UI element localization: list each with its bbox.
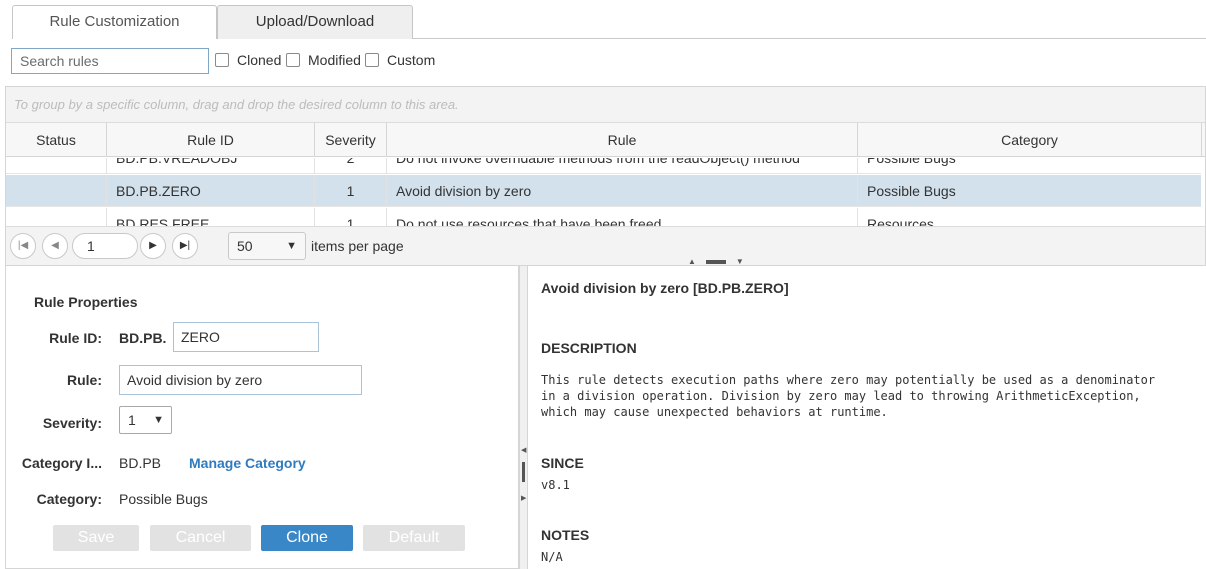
category-id-label: Category I... [21, 455, 102, 471]
cell-rule: Do not use resources that have been free… [387, 208, 858, 226]
chevron-down-icon: ▼ [286, 240, 297, 252]
horizontal-splitter[interactable]: ▲ ▼ [688, 257, 744, 266]
cell-category: Resources [867, 216, 934, 226]
rule-label: Rule: [67, 372, 102, 388]
custom-label: Custom [387, 52, 436, 68]
page-input[interactable]: 1 [72, 233, 138, 259]
severity-label: Severity: [42, 415, 102, 431]
rule-id-input[interactable]: ZERO [173, 322, 319, 352]
page-size-value: 50 [237, 238, 253, 254]
splitter-grip-icon[interactable] [522, 462, 525, 482]
category-label: Category: [36, 491, 102, 507]
rule-id-label: Rule ID: [49, 330, 102, 346]
grid-rows: BD.PB.VREADOBJ 2 Do not invoke overridab… [6, 158, 1205, 226]
cell-rule-id: BD.PB.ZERO [107, 175, 315, 207]
chevron-down-icon: ▼ [153, 414, 164, 426]
cell-rule: Avoid division by zero [387, 175, 858, 207]
clone-button[interactable]: Clone [261, 525, 353, 551]
cell-rule-id: BD.PB.VREADOBJ [107, 158, 315, 174]
column-header-rule-id[interactable]: Rule ID [107, 123, 315, 157]
collapse-up-icon[interactable]: ▲ [688, 257, 696, 266]
notes-heading: NOTES [541, 527, 590, 543]
cell-status [6, 208, 107, 226]
table-row[interactable]: BD.RES.FREE 1 Do not use resources that … [6, 208, 1201, 226]
last-page-icon[interactable]: ▶| [172, 233, 198, 259]
prev-page-icon[interactable]: ◀ [42, 233, 68, 259]
since-text: v8.1 [541, 478, 570, 492]
checkbox-box[interactable] [286, 53, 300, 67]
custom-checkbox[interactable]: Custom [365, 52, 435, 68]
manage-category-link[interactable]: Manage Category [189, 455, 306, 471]
category-value: Possible Bugs [119, 491, 208, 507]
cell-status [6, 158, 107, 174]
items-per-page-label: items per page [311, 238, 404, 254]
category-id-value: BD.PB [119, 455, 162, 471]
column-header-status[interactable]: Status [6, 123, 107, 157]
severity-select[interactable]: 1 ▼ [119, 406, 172, 434]
column-header-category[interactable]: Category [858, 123, 1202, 157]
cell-category: Possible Bugs [867, 158, 956, 166]
modified-checkbox[interactable]: Modified [286, 52, 361, 68]
column-header-severity[interactable]: Severity [315, 123, 387, 157]
rule-id-prefix: BD.PB. [119, 330, 167, 346]
save-button[interactable]: Save [53, 525, 139, 551]
group-drop-area[interactable]: To group by a specific column, drag and … [6, 87, 1205, 123]
default-button[interactable]: Default [363, 525, 465, 551]
cloned-checkbox[interactable]: Cloned [215, 52, 281, 68]
collapse-left-icon[interactable]: ◀ [521, 446, 526, 454]
doc-title: Avoid division by zero [BD.PB.ZERO] [541, 280, 789, 296]
description-heading: DESCRIPTION [541, 340, 637, 356]
tab-rule-customization[interactable]: Rule Customization [12, 5, 217, 39]
cloned-label: Cloned [237, 52, 282, 68]
splitter-grip-icon[interactable] [705, 259, 726, 264]
search-input[interactable] [11, 48, 209, 74]
first-page-icon[interactable]: |◀ [10, 233, 36, 259]
rule-properties-title: Rule Properties [34, 294, 138, 310]
rule-documentation-pane: Avoid division by zero [BD.PB.ZERO] DESC… [529, 266, 1206, 569]
checkbox-box[interactable] [365, 53, 379, 67]
page-size-select[interactable]: 50 ▼ [228, 232, 306, 260]
table-row[interactable]: BD.PB.ZERO 1 Avoid division by zero Poss… [6, 175, 1201, 207]
tab-upload-download[interactable]: Upload/Download [217, 5, 413, 39]
table-row[interactable]: BD.PB.VREADOBJ 2 Do not invoke overridab… [6, 158, 1201, 174]
pager: |◀ ◀ 1 ▶ ▶| 50 ▼ items per page [6, 226, 1205, 265]
collapse-down-icon[interactable]: ▼ [736, 257, 744, 266]
cell-rule: Do not invoke overridable methods from t… [387, 158, 858, 174]
cell-rule-id: BD.RES.FREE [107, 208, 315, 226]
column-header-rule[interactable]: Rule [387, 123, 858, 157]
vertical-splitter[interactable]: ◀ ▶ [519, 266, 528, 569]
grid-header: Status Rule ID Severity Rule Category [6, 123, 1205, 157]
rules-grid: To group by a specific column, drag and … [5, 86, 1206, 266]
tab-bar: Rule Customization Upload/Download [0, 0, 1206, 39]
notes-text: N/A [541, 550, 563, 564]
checkbox-box[interactable] [215, 53, 229, 67]
cell-status [6, 175, 107, 207]
cancel-button[interactable]: Cancel [150, 525, 251, 551]
cell-severity: 2 [315, 158, 387, 174]
cell-category: Possible Bugs [867, 183, 956, 199]
description-text: This rule detects execution paths where … [541, 373, 1156, 419]
severity-value: 1 [128, 412, 136, 428]
next-page-icon[interactable]: ▶ [140, 233, 166, 259]
collapse-right-icon[interactable]: ▶ [521, 494, 526, 502]
since-heading: SINCE [541, 455, 584, 471]
cell-severity: 1 [315, 175, 387, 207]
cell-severity: 1 [315, 208, 387, 226]
rule-name-input[interactable]: Avoid division by zero [119, 365, 362, 395]
modified-label: Modified [308, 52, 361, 68]
